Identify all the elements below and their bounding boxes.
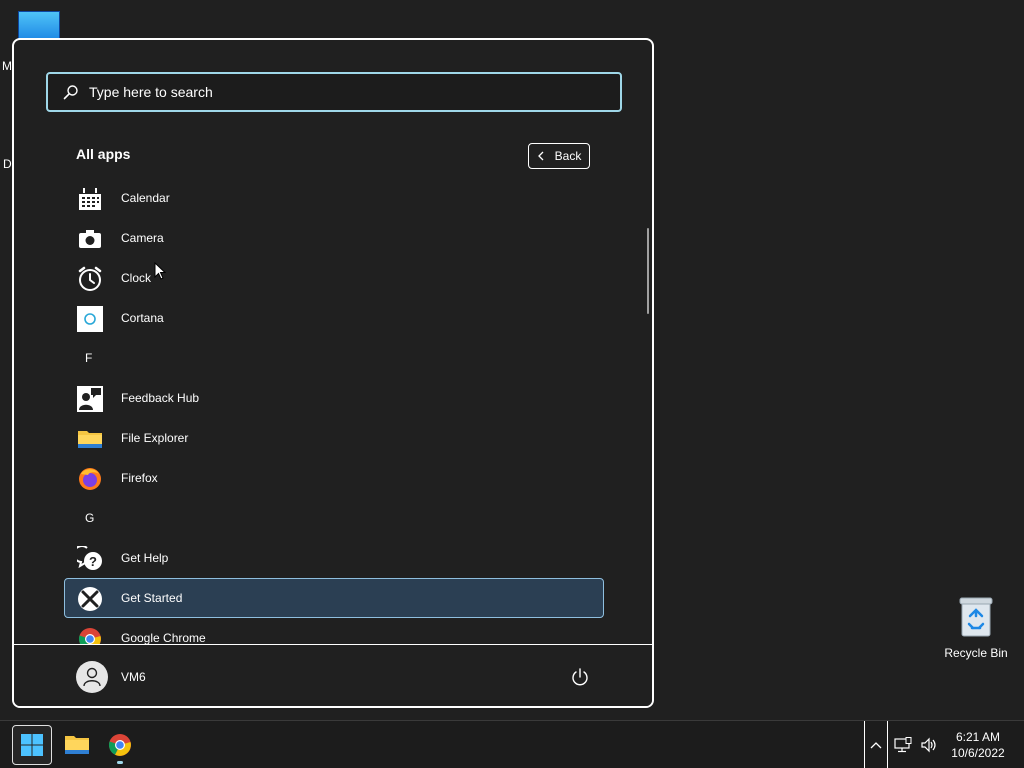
app-item-label: Clock xyxy=(121,271,152,285)
letter-header-g[interactable]: G xyxy=(64,498,604,538)
feedback-hub-icon xyxy=(77,386,103,412)
back-button-label: Back xyxy=(554,149,582,163)
chevron-up-icon xyxy=(870,742,882,749)
user-avatar[interactable] xyxy=(76,661,108,693)
start-menu-footer: VM6 xyxy=(14,644,652,706)
cortana-icon xyxy=(77,306,103,332)
start-menu: All apps Back Calendar xyxy=(12,38,654,708)
letter-header-label: G xyxy=(85,511,95,525)
start-button[interactable] xyxy=(12,725,52,765)
search-input[interactable] xyxy=(89,84,569,100)
back-button[interactable]: Back xyxy=(528,143,590,169)
chevron-left-icon xyxy=(537,151,544,161)
windows-logo-icon xyxy=(21,734,43,756)
app-item-label: Google Chrome xyxy=(121,631,206,644)
recycle-bin-label: Recycle Bin xyxy=(944,646,1008,660)
get-started-icon xyxy=(77,586,103,612)
app-item-label: Feedback Hub xyxy=(121,391,200,405)
taskbar-clock[interactable]: 6:21 AM 10/6/2022 xyxy=(944,729,1012,761)
app-item-firefox[interactable]: Firefox xyxy=(64,458,604,498)
app-item-label: Get Started xyxy=(121,591,183,605)
app-item-label: Camera xyxy=(121,231,164,245)
app-item-file-explorer[interactable]: File Explorer xyxy=(64,418,604,458)
app-list-scrollbar[interactable] xyxy=(647,228,649,314)
all-apps-heading: All apps xyxy=(76,146,131,162)
camera-icon xyxy=(77,226,103,252)
mouse-cursor-icon xyxy=(154,262,166,280)
app-item-clock[interactable]: Clock xyxy=(64,258,604,298)
taskbar: 6:21 AM 10/6/2022 xyxy=(0,720,1024,768)
app-item-label: Get Help xyxy=(121,551,169,565)
app-item-cortana[interactable]: Cortana xyxy=(64,298,604,338)
recycle-bin-icon xyxy=(956,594,996,638)
folder-icon xyxy=(65,736,89,754)
letter-header-f[interactable]: F xyxy=(64,338,604,378)
app-item-camera[interactable]: Camera xyxy=(64,218,604,258)
system-tray xyxy=(894,735,940,755)
search-box[interactable] xyxy=(46,72,622,112)
taskbar-google-chrome[interactable] xyxy=(100,725,140,765)
taskbar-file-explorer[interactable] xyxy=(57,725,97,765)
app-item-get-help[interactable]: ? Get Help xyxy=(64,538,604,578)
network-icon[interactable] xyxy=(894,737,912,753)
app-item-label: Calendar xyxy=(121,191,170,205)
recycle-bin[interactable]: Recycle Bin xyxy=(940,594,1012,660)
letter-header-label: F xyxy=(85,351,93,365)
app-item-feedback-hub[interactable]: Feedback Hub xyxy=(64,378,604,418)
calendar-icon xyxy=(77,186,103,212)
running-indicator xyxy=(117,761,123,764)
app-item-calendar[interactable]: Calendar xyxy=(64,178,604,218)
clock-time: 6:21 AM xyxy=(955,730,1001,744)
volume-icon[interactable] xyxy=(920,737,938,753)
app-item-get-started[interactable]: Get Started xyxy=(64,578,604,618)
search-icon xyxy=(63,85,78,100)
clock-icon xyxy=(77,266,103,292)
user-icon xyxy=(83,667,101,687)
app-item-label: File Explorer xyxy=(121,431,189,445)
user-name[interactable]: VM6 xyxy=(121,670,146,684)
chrome-icon xyxy=(108,734,131,756)
chrome-icon xyxy=(77,626,103,644)
clock-date: 10/6/2022 xyxy=(951,746,1005,760)
desktop-label-fragment: D xyxy=(3,157,12,171)
show-hidden-icons-button[interactable] xyxy=(864,721,888,768)
app-item-google-chrome[interactable]: Google Chrome xyxy=(64,618,604,644)
firefox-icon xyxy=(77,466,103,492)
app-item-label: Firefox xyxy=(121,471,158,485)
desktop-icon-partial[interactable] xyxy=(18,11,60,41)
desktop-label-fragment: M xyxy=(2,59,12,73)
get-help-icon: ? xyxy=(77,546,103,572)
folder-icon xyxy=(77,426,103,452)
svg-text:?: ? xyxy=(89,554,97,569)
all-apps-list: Calendar Camera Clock Cortana F Feedback… xyxy=(64,178,604,644)
power-icon[interactable] xyxy=(570,667,590,687)
app-item-label: Cortana xyxy=(121,311,164,325)
